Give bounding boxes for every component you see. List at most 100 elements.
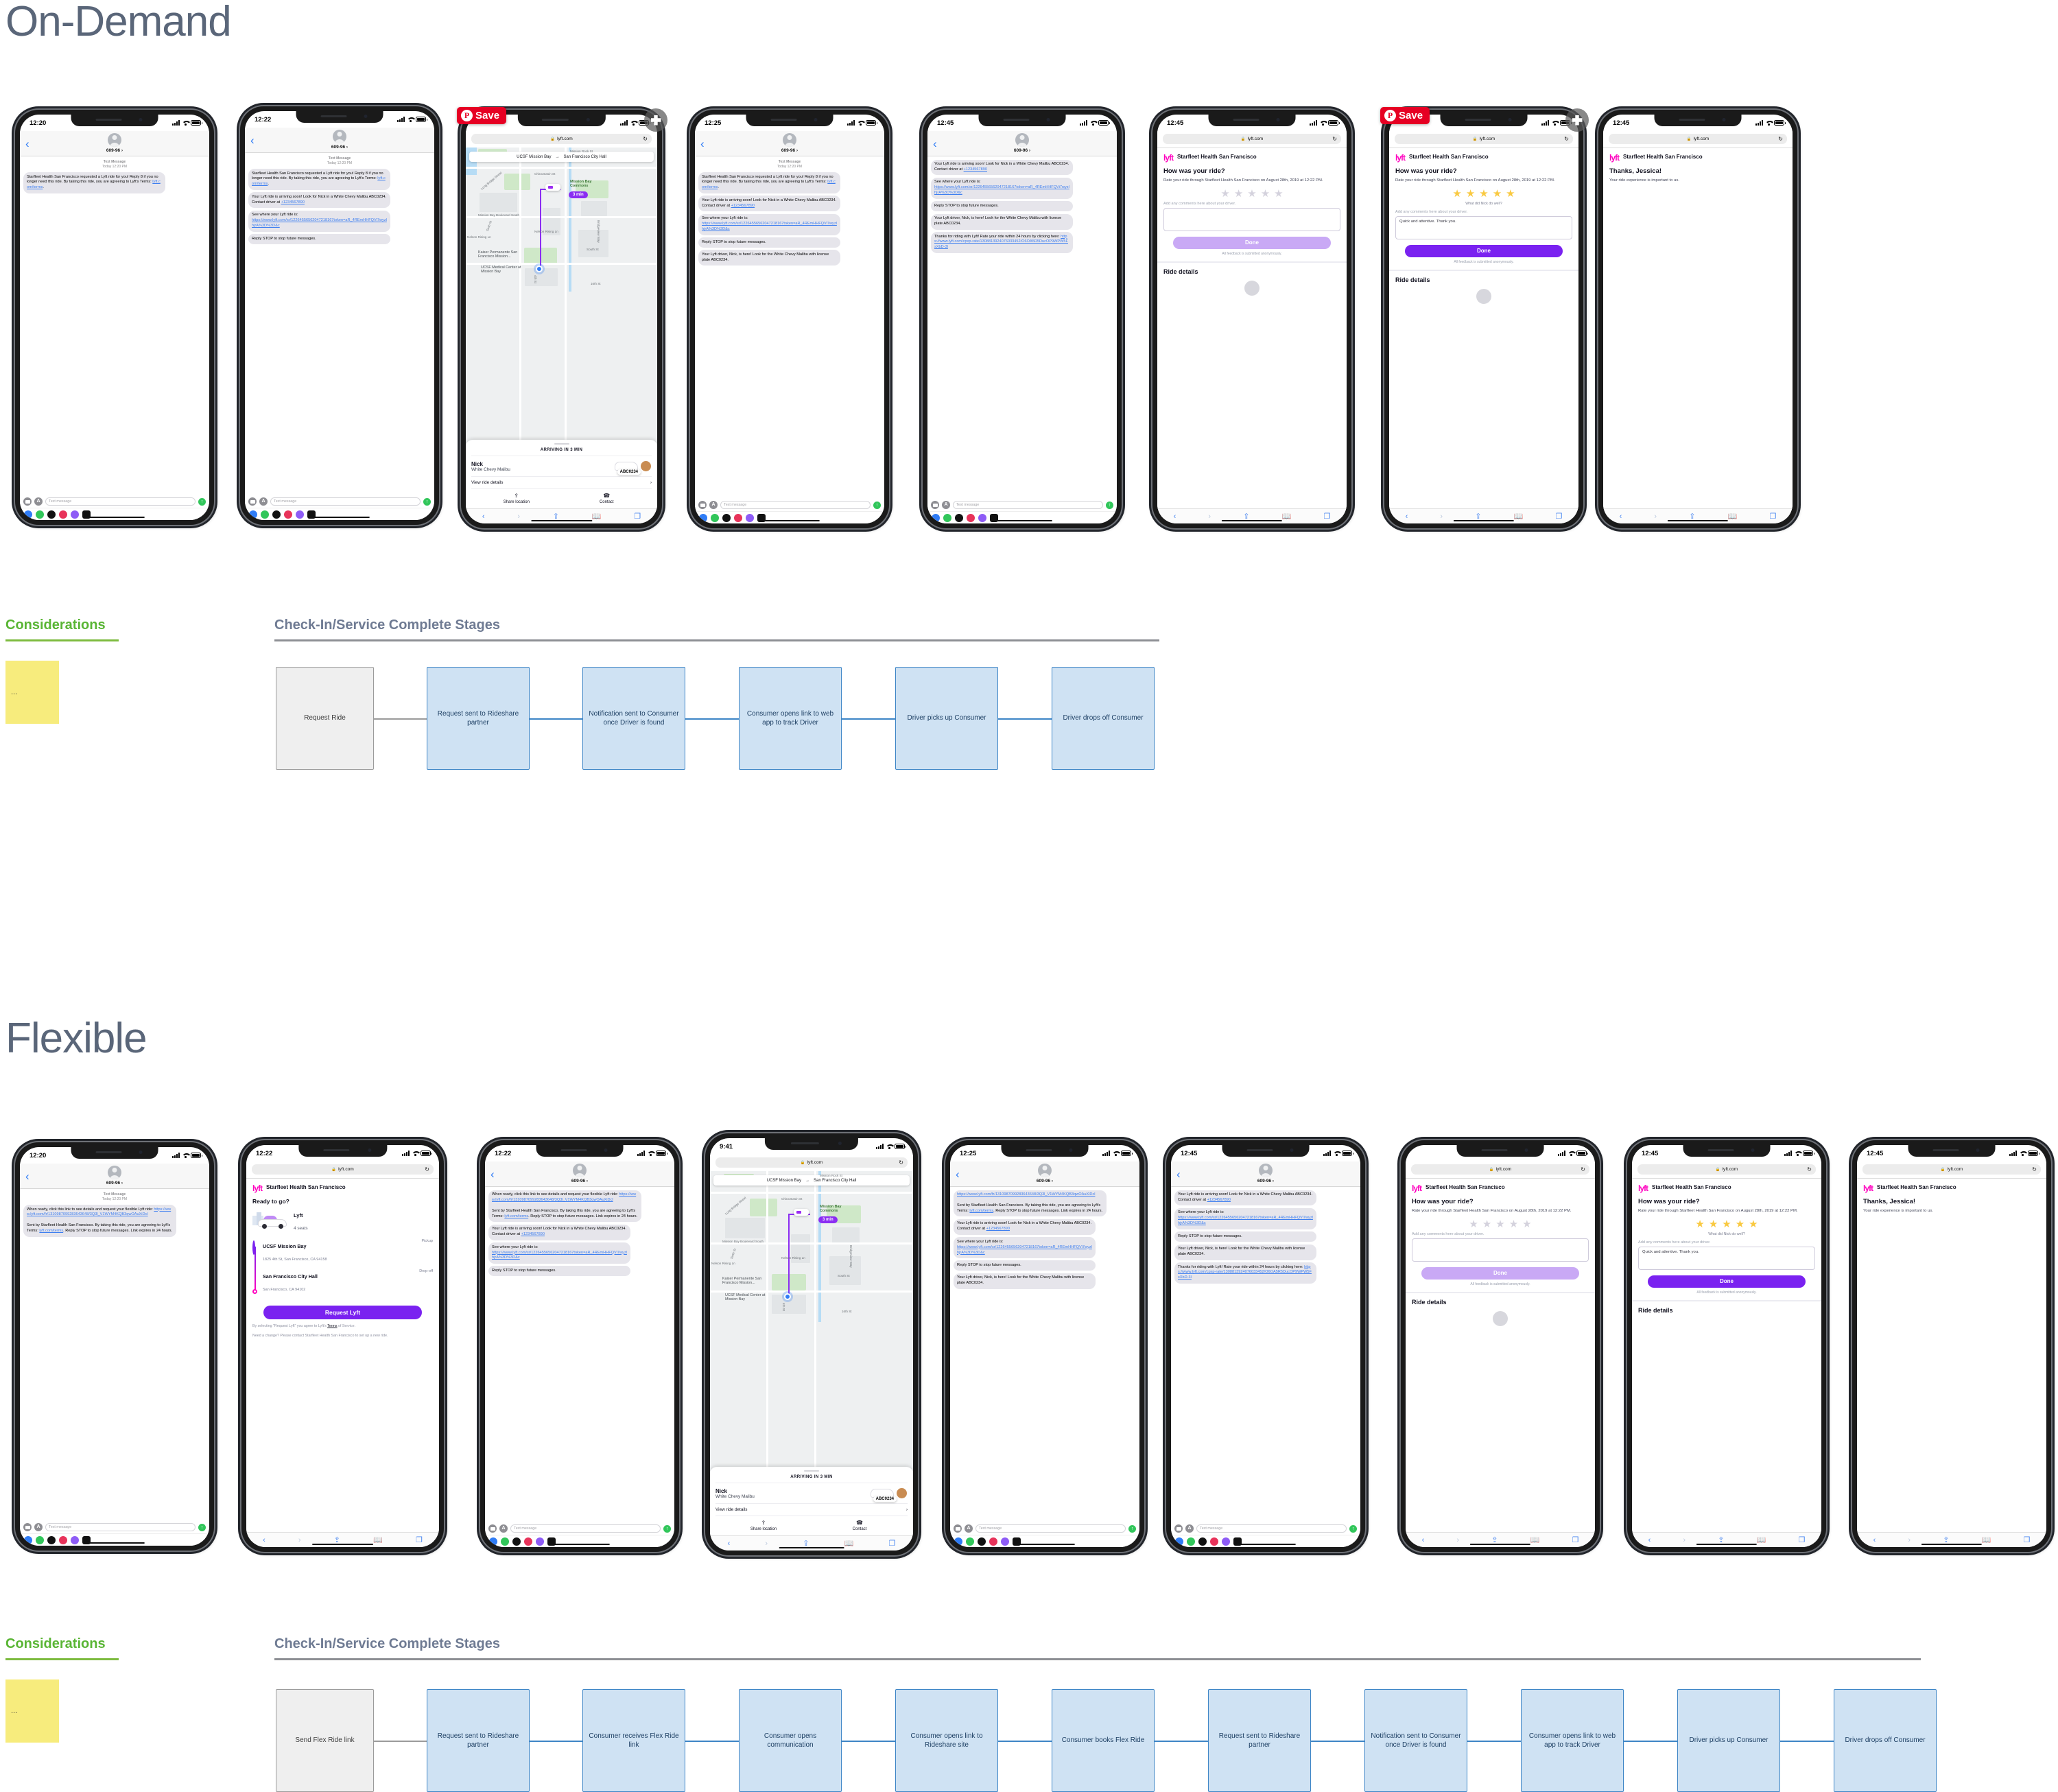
pinterest-save-button[interactable]: P Save — [457, 107, 507, 124]
more-options-icon[interactable] — [1565, 108, 1589, 132]
url-field[interactable]: 🔒 lyft.com ↻ — [252, 1164, 434, 1175]
bookmarks-icon[interactable]: 📖 — [1282, 512, 1292, 521]
comments-textarea[interactable] — [1412, 1238, 1589, 1262]
phone-link[interactable]: +1234567890 — [281, 200, 305, 204]
star-rating[interactable]: ★ ★ ★ ★ ★ — [1163, 189, 1340, 199]
done-button[interactable]: Done — [1405, 244, 1563, 257]
app-store-icon[interactable] — [709, 501, 718, 509]
app-icon-images[interactable] — [967, 513, 975, 522]
back-icon[interactable]: ‹ — [1174, 512, 1176, 521]
url-field[interactable]: 🔒 lyft.com ↻ — [1395, 134, 1573, 144]
terms-link[interactable]: Terms — [327, 1324, 337, 1328]
app-icon-appstore[interactable] — [489, 1537, 497, 1546]
phone-link[interactable]: +1234567890 — [964, 167, 987, 172]
safari-address-bar[interactable]: 🔒 lyft.com ↻ — [1157, 131, 1347, 148]
tabs-icon[interactable]: ❐ — [634, 512, 641, 521]
app-store-icon[interactable] — [259, 497, 268, 506]
app-store-icon[interactable] — [34, 497, 43, 506]
app-icon-appstore[interactable] — [249, 510, 257, 519]
forward-icon[interactable]: › — [517, 512, 520, 521]
camera-icon[interactable] — [1174, 1524, 1183, 1533]
app-icon-digitaltouch[interactable] — [47, 510, 56, 519]
app-icon-music[interactable] — [536, 1537, 544, 1546]
contact-name[interactable]: 609-96 › — [106, 1181, 123, 1186]
bookmarks-icon[interactable]: 📖 — [1514, 512, 1524, 521]
message-thread[interactable]: Text Message Today 12:20 PM Starfleet Hea… — [20, 156, 209, 495]
view-ride-details-row[interactable]: View ride details › — [715, 1504, 908, 1516]
imessage-app-drawer[interactable] — [1171, 1535, 1360, 1547]
app-icon-appstore[interactable] — [954, 1537, 962, 1546]
star-4-icon[interactable]: ★ — [1493, 189, 1502, 199]
back-icon[interactable]: ‹ — [1406, 512, 1408, 521]
app-store-icon[interactable] — [34, 1523, 43, 1531]
app-icon-appstore[interactable] — [1175, 1537, 1183, 1546]
back-chevron-icon[interactable]: ‹ — [1176, 1168, 1181, 1180]
back-icon[interactable]: ‹ — [482, 512, 485, 521]
message-input[interactable]: Text message — [975, 1524, 1126, 1533]
reload-icon[interactable]: ↻ — [1332, 136, 1337, 142]
url-field[interactable]: 🔒 lyft.com ↻ — [715, 1157, 908, 1168]
imessage-app-drawer[interactable] — [950, 1535, 1139, 1547]
contact-button[interactable]: ☎ Contact — [562, 493, 652, 504]
send-button[interactable]: ↑ — [873, 501, 881, 509]
message-composer[interactable]: Text message ↑ — [20, 495, 209, 508]
star-5-icon[interactable]: ★ — [1506, 189, 1515, 199]
back-icon[interactable]: ‹ — [1648, 1536, 1651, 1544]
app-store-icon[interactable] — [499, 1524, 508, 1533]
contact-name[interactable]: 609-96 › — [1014, 148, 1030, 153]
send-button[interactable]: ↑ — [663, 1524, 671, 1533]
message-input[interactable]: Text message — [720, 501, 871, 509]
terms-link[interactable]: lyft.com/terms — [39, 1229, 63, 1233]
star-4-icon[interactable]: ★ — [1736, 1219, 1744, 1229]
bookmarks-icon[interactable]: 📖 — [373, 1535, 383, 1544]
star-3-icon[interactable]: ★ — [1247, 189, 1256, 199]
send-button[interactable]: ↑ — [198, 1523, 206, 1531]
forward-icon[interactable]: › — [1683, 1536, 1686, 1544]
message-composer[interactable]: Text message ↑ — [485, 1522, 674, 1535]
send-button[interactable]: ↑ — [198, 497, 206, 506]
bookmarks-icon[interactable]: 📖 — [844, 1539, 854, 1548]
app-icon-recents[interactable] — [261, 510, 269, 519]
message-thread[interactable]: Text Message Today 12:20 PM Starfleet Hea… — [695, 156, 884, 499]
tabs-icon[interactable]: ❐ — [416, 1535, 423, 1544]
app-icon-digitaltouch[interactable] — [978, 1537, 986, 1546]
app-icon-music[interactable] — [296, 510, 304, 519]
reload-icon[interactable]: ↻ — [425, 1166, 429, 1172]
app-icon-images[interactable] — [989, 1537, 997, 1546]
tabs-icon[interactable]: ❐ — [1799, 1535, 1806, 1544]
comments-textarea[interactable]: Quick and attentive. Thank you. — [1395, 215, 1572, 239]
reload-icon[interactable]: ↻ — [643, 136, 648, 142]
url-field[interactable]: 🔒 lyft.com ↻ — [1163, 134, 1341, 144]
forward-icon[interactable]: › — [1440, 512, 1443, 521]
app-icon-appstore[interactable] — [24, 510, 32, 519]
safari-address-bar[interactable]: 🔒 lyft.com ↻ — [1603, 131, 1793, 148]
forward-icon[interactable]: › — [765, 1540, 768, 1548]
star-rating[interactable]: ★ ★ ★ ★ ★ — [1638, 1219, 1815, 1229]
tabs-icon[interactable]: ❐ — [889, 1539, 896, 1548]
track-link[interactable]: https://www.lyft.com/sr/1226455656204721… — [934, 185, 1069, 195]
back-icon[interactable]: ‹ — [263, 1536, 265, 1544]
back-chevron-icon[interactable]: ‹ — [250, 134, 255, 146]
message-thread[interactable]: https://www.lyft.com/fr/1310987099283643… — [950, 1186, 1139, 1522]
bookmarks-icon[interactable]: 📖 — [1757, 1535, 1766, 1544]
app-icon-recents[interactable] — [966, 1537, 974, 1546]
forward-icon[interactable]: › — [298, 1536, 301, 1544]
terms-link[interactable]: lyft.com/terms — [969, 1209, 993, 1213]
comments-textarea[interactable]: Quick and attentive. Thank you. — [1638, 1246, 1815, 1270]
pinterest-save-button[interactable]: P Save — [1380, 107, 1430, 124]
imessage-app-drawer[interactable] — [20, 508, 209, 520]
star-4-icon[interactable]: ★ — [1261, 189, 1270, 199]
track-link[interactable]: https://www.lyft.com/sr/1226455656204721… — [702, 222, 837, 231]
back-chevron-icon[interactable]: ‹ — [933, 138, 937, 150]
star-3-icon[interactable]: ★ — [1722, 1219, 1731, 1229]
message-input[interactable]: Text message — [270, 497, 421, 506]
app-icon-music[interactable] — [71, 1535, 79, 1544]
star-5-icon[interactable]: ★ — [1749, 1219, 1758, 1229]
send-button[interactable]: ↑ — [1349, 1524, 1357, 1533]
message-thread[interactable]: Text Message Today 12:20 PM Starfleet Hea… — [245, 152, 434, 495]
forward-icon[interactable]: › — [1208, 512, 1211, 521]
back-chevron-icon[interactable]: ‹ — [25, 138, 29, 150]
star-4-icon[interactable]: ★ — [1509, 1219, 1518, 1229]
contact-button[interactable]: ☎ Contact — [812, 1520, 908, 1531]
phone-link[interactable]: +1234567890 — [1207, 1198, 1231, 1202]
